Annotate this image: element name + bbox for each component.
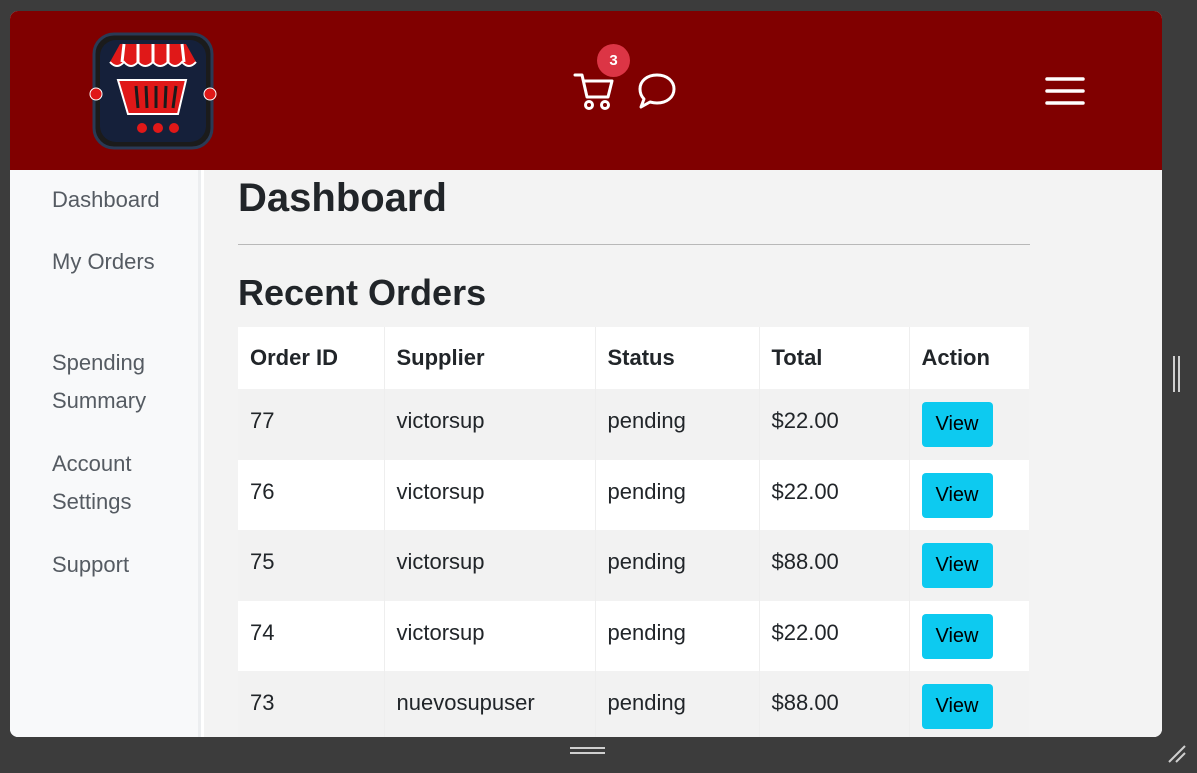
- supplier-cell: victorsup: [384, 389, 596, 460]
- sidebar-item-support[interactable]: Support: [52, 546, 192, 584]
- page-title: Dashboard: [238, 176, 447, 220]
- horizontal-resize-handle[interactable]: [1173, 356, 1180, 392]
- action-cell: View: [909, 530, 1029, 601]
- sidebar: Dashboard My Orders Spending Summary Acc…: [10, 170, 201, 737]
- column-header-action: Action: [909, 327, 1029, 389]
- section-title-recent-orders: Recent Orders: [238, 272, 487, 313]
- action-cell: View: [909, 600, 1029, 671]
- column-header-total: Total: [759, 327, 910, 389]
- status-cell: pending: [595, 389, 760, 460]
- total-cell: $88.00: [759, 671, 910, 737]
- hamburger-menu-icon[interactable]: [1044, 74, 1086, 108]
- supplier-cell: victorsup: [384, 530, 596, 601]
- table-row: 75 victorsup pending $88.00 View: [238, 530, 1029, 601]
- view-order-button[interactable]: View: [921, 613, 993, 659]
- sidebar-item-account-settings[interactable]: Account Settings: [52, 445, 162, 521]
- title-divider: [238, 244, 1030, 245]
- status-cell: pending: [595, 530, 760, 601]
- sidebar-item-dashboard[interactable]: Dashboard: [52, 181, 192, 219]
- table-row: 74 victorsup pending $22.00 View: [238, 600, 1029, 671]
- corner-resize-icon[interactable]: [1167, 744, 1187, 764]
- order-id-cell: 74: [238, 600, 385, 671]
- status-cell: pending: [595, 600, 760, 671]
- status-cell: pending: [595, 671, 760, 737]
- total-cell: $88.00: [759, 530, 910, 601]
- table-row: 76 victorsup pending $22.00 View: [238, 459, 1029, 530]
- sidebar-item-my-orders[interactable]: My Orders: [52, 243, 192, 281]
- action-cell: View: [909, 459, 1029, 530]
- column-header-order-id: Order ID: [238, 327, 385, 389]
- total-cell: $22.00: [759, 389, 910, 460]
- order-id-cell: 77: [238, 389, 385, 460]
- status-cell: pending: [595, 459, 760, 530]
- table-row: 73 nuevosupuser pending $88.00 View: [238, 671, 1029, 737]
- supplier-cell: nuevosupuser: [384, 671, 596, 737]
- view-order-button[interactable]: View: [921, 684, 993, 729]
- cart-count-badge: 3: [597, 44, 630, 77]
- view-order-button[interactable]: View: [921, 402, 993, 447]
- action-cell: View: [909, 671, 1029, 737]
- vertical-resize-handle[interactable]: [570, 747, 605, 754]
- supplier-cell: victorsup: [384, 459, 596, 530]
- chat-icon[interactable]: [636, 71, 678, 111]
- recent-orders-table: Order ID Supplier Status Total Action 77…: [238, 327, 1029, 737]
- top-navbar: 3: [10, 11, 1162, 170]
- table-header-row: Order ID Supplier Status Total Action: [238, 327, 1029, 389]
- view-order-button[interactable]: View: [921, 543, 993, 588]
- total-cell: $22.00: [759, 600, 910, 671]
- order-id-cell: 76: [238, 459, 385, 530]
- table-row: 77 victorsup pending $22.00 View: [238, 389, 1029, 460]
- total-cell: $22.00: [759, 459, 910, 530]
- shop-basket-logo[interactable]: [86, 32, 220, 150]
- sidebar-item-spending-summary[interactable]: Spending Summary: [52, 344, 172, 420]
- order-id-cell: 73: [238, 671, 385, 737]
- order-id-cell: 75: [238, 530, 385, 601]
- main-content: Dashboard Recent Orders Order ID Supplie…: [204, 170, 1162, 737]
- supplier-cell: victorsup: [384, 600, 596, 671]
- action-cell: View: [909, 389, 1029, 460]
- column-header-status: Status: [595, 327, 760, 389]
- app-window: 3 Dashboard My Orders Spending Summary A…: [10, 11, 1162, 737]
- view-order-button[interactable]: View: [921, 472, 993, 518]
- column-header-supplier: Supplier: [384, 327, 596, 389]
